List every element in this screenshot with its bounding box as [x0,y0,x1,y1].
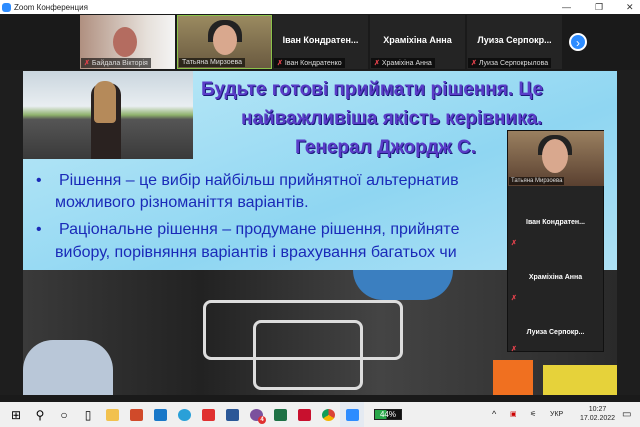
bullet-text: Рішення – це вибір найбільш прийнятної а… [59,172,459,189]
battery-indicator[interactable]: 44% [374,409,402,420]
mic-muted-icon: ✗ [511,295,517,302]
excel-icon[interactable] [268,402,292,427]
bullet-text: можливого різноманіття варіантів. [55,194,309,211]
taskbar: ⊞ ⚲ ○ ▯ 4 44% ^ ▣ ⚟ УКР 10:27 17.02.2022 … [0,402,640,427]
panel-participant-name: Храміхіна Анна [528,274,583,281]
participant-strip: ✗ Байдала Вікторія Татьяна Мирзоева Іван … [0,14,640,70]
minimize-button[interactable]: — [562,0,571,14]
task-view-icon[interactable]: ▯ [76,402,100,427]
time: 10:27 [588,406,607,413]
viber-icon[interactable]: 4 [244,402,268,427]
panel-participant-name: Іван Кондратен... [526,219,585,226]
participant-label: Байдала Вікторія [91,60,148,67]
participant-tile-active[interactable]: Татьяна Мирзоева [177,15,272,69]
zoom-icon[interactable] [340,402,364,427]
network-icon[interactable]: ⚟ [530,402,536,427]
participant-label: Іван Кондратенко [284,60,342,67]
mic-muted-icon: ✗ [277,60,283,67]
clock[interactable]: 10:27 17.02.2022 [580,405,615,423]
cortana-icon[interactable]: ○ [52,402,76,427]
bullet-text: вибору, порівняння варіантів і врахуванн… [55,244,457,261]
notifications-icon[interactable]: ▭ [622,402,631,427]
mic-muted-icon: ✗ [374,60,380,67]
slide-image-crossroads [23,71,193,159]
speaker-label: Татьяна Мирзоева [509,177,565,185]
participant-tile[interactable]: Луиза Серпокр... ✗ Луиза Серпокрылова [467,15,562,69]
language-indicator[interactable]: УКР [550,402,563,427]
participant-tile[interactable]: Храміхіна Анна ✗ Храміхіна Анна [370,15,465,69]
participant-label: Татьяна Мирзоева [182,59,243,66]
mic-muted-icon: ✗ [84,60,90,67]
search-icon[interactable]: ⚲ [28,402,52,427]
mic-muted-icon: ✗ [511,346,517,353]
tray-chevron-icon[interactable]: ^ [492,402,496,427]
tray-app-icon[interactable]: ▣ [510,402,517,427]
participant-face [213,25,237,55]
participant-label: Луиза Серпокрылова [478,60,549,67]
bullet-icon: • [36,172,42,189]
participant-video [113,27,137,57]
slide-title-line: найважливіша якість керівника. [241,108,543,129]
bullet-icon: • [36,221,42,238]
window-title: Zoom Конференция [14,2,88,12]
viber-badge: 4 [258,416,266,424]
close-button[interactable]: ✕ [626,0,634,14]
participant-name: Іван Кондратен... [282,35,359,45]
next-page-button[interactable]: › [569,33,587,51]
participant-tile[interactable]: ✗ Байдала Вікторія [80,15,175,69]
participant-name: Луиза Серпокр... [477,35,552,45]
bullet-text: Раціональне рішення – продумане рішення,… [59,221,460,238]
panel-participant-name: Луиза Серпокр... [526,329,585,336]
mic-muted-icon: ✗ [471,60,477,67]
book-app-icon[interactable] [196,402,220,427]
participant-tile[interactable]: Іван Кондратен... ✗ Іван Кондратенко [273,15,368,69]
mic-muted-icon: ✗ [511,240,517,247]
participant-name: Храміхіна Анна [383,35,452,45]
floating-video-panel[interactable]: Татьяна Мирзоева Іван Кондратен... ✗ Хра… [507,130,604,353]
word-icon[interactable] [220,402,244,427]
title-bar: Zoom Конференция — ❐ ✕ [0,0,640,14]
speaker-video: Татьяна Мирзоева [508,131,604,186]
slide-title-line: Будьте готові приймати рішення. Це [201,79,544,100]
slide-title-line: Генерал Джордж С. [295,137,477,158]
participant-label: Храміхіна Анна [381,60,432,67]
chrome-icon[interactable] [316,402,340,427]
acrobat-icon[interactable] [292,402,316,427]
zoom-logo-icon [2,2,11,12]
edge-icon[interactable] [172,402,196,427]
start-icon[interactable]: ⊞ [4,402,28,427]
date: 17.02.2022 [580,415,616,422]
mail-icon[interactable] [148,402,172,427]
app-red-icon[interactable] [124,402,148,427]
file-explorer-icon[interactable] [100,402,124,427]
restore-button[interactable]: ❐ [595,0,603,14]
